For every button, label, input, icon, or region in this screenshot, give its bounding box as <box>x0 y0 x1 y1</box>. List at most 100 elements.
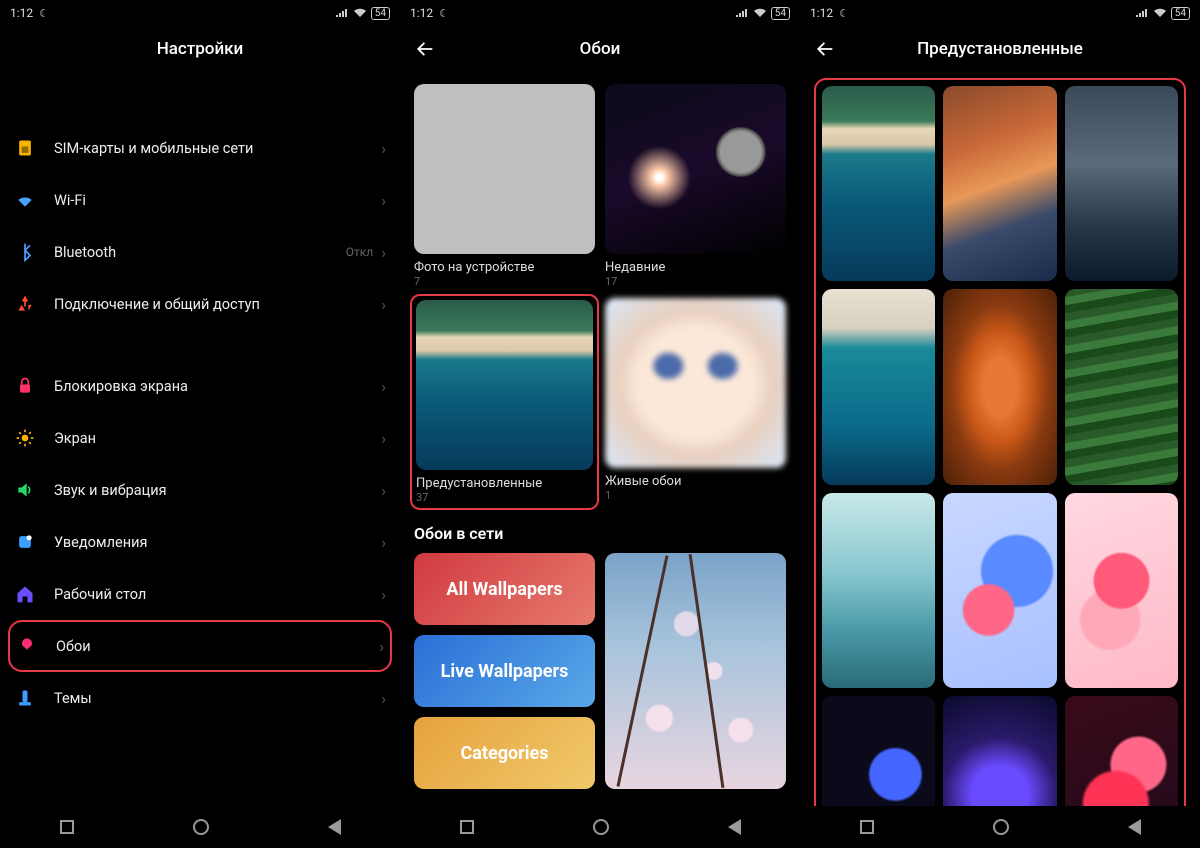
settings-label: Bluetooth <box>54 244 346 261</box>
settings-row-wallp[interactable]: Обои › <box>8 620 392 672</box>
nav-back[interactable] <box>728 819 741 835</box>
nav-recent[interactable] <box>860 820 874 834</box>
chevron-right-icon: › <box>379 637 384 656</box>
chevron-right-icon: › <box>381 429 386 448</box>
nav-bar <box>0 806 400 848</box>
signal-icon <box>735 8 749 18</box>
header: Предустановленные <box>800 26 1200 72</box>
chevron-right-icon: › <box>381 243 386 262</box>
card-label: Недавние <box>605 260 786 275</box>
header: Настройки <box>0 26 400 72</box>
wallpaper-thumb[interactable] <box>822 493 935 688</box>
wallpaper-source-card[interactable]: Живые обои 1 <box>605 298 786 506</box>
wallpaper-thumb[interactable] <box>943 86 1056 281</box>
chevron-right-icon: › <box>381 377 386 396</box>
nav-bar <box>400 806 800 848</box>
nav-recent[interactable] <box>460 820 474 834</box>
status-bar: 1:12 ☾ 54 <box>800 0 1200 26</box>
wallpaper-thumb[interactable] <box>1065 696 1178 806</box>
nav-back[interactable] <box>328 819 341 835</box>
page-title: Настройки <box>157 39 244 59</box>
status-time: 1:12 <box>10 6 33 20</box>
sound-icon <box>14 479 36 501</box>
header: Обои <box>400 26 800 72</box>
bt-icon <box>14 241 36 263</box>
status-time: 1:12 <box>810 6 833 20</box>
nav-bar <box>800 806 1200 848</box>
settings-row-lock[interactable]: Блокировка экрана › <box>14 360 386 412</box>
chevron-right-icon: › <box>381 585 386 604</box>
chevron-right-icon: › <box>381 139 386 158</box>
wallpaper-source-card[interactable]: Фото на устройстве 7 <box>414 84 595 288</box>
settings-label: Темы <box>54 690 381 707</box>
network-category[interactable]: Live Wallpapers <box>414 635 595 707</box>
network-category[interactable]: Categories <box>414 717 595 789</box>
settings-row-wifi[interactable]: Wi-Fi › <box>14 174 386 226</box>
dnd-icon: ☾ <box>39 7 49 20</box>
back-button[interactable] <box>414 38 438 62</box>
settings-label: SIM-карты и мобильные сети <box>54 140 381 157</box>
nav-home[interactable] <box>993 819 1009 835</box>
settings-row-share[interactable]: Подключение и общий доступ › <box>14 278 386 330</box>
thumbnail <box>605 298 786 468</box>
network-preview[interactable] <box>605 553 786 789</box>
status-bar: 1:12 ☾ 54 <box>400 0 800 26</box>
wallpaper-thumb[interactable] <box>1065 86 1178 281</box>
wallpaper-thumb[interactable] <box>943 696 1056 806</box>
settings-row-notif[interactable]: Уведомления › <box>14 516 386 568</box>
wifi-icon <box>14 189 36 211</box>
wallpaper-thumb[interactable] <box>943 493 1056 688</box>
wallpaper-source-grid: Фото на устройстве 7 Недавние 17 Предуст… <box>414 84 786 506</box>
wallp-icon <box>16 635 38 657</box>
network-category[interactable]: All Wallpapers <box>414 553 595 625</box>
wallpaper-thumb[interactable] <box>822 289 935 484</box>
dnd-icon: ☾ <box>439 7 449 20</box>
settings-row-sim[interactable]: SIM-карты и мобильные сети › <box>14 122 386 174</box>
preinstalled-grid <box>822 86 1178 806</box>
page-title: Предустановленные <box>917 39 1083 59</box>
chevron-right-icon: › <box>381 295 386 314</box>
settings-label: Блокировка экрана <box>54 378 381 395</box>
nav-home[interactable] <box>593 819 609 835</box>
notif-icon <box>14 531 36 553</box>
lock-icon <box>14 375 36 397</box>
settings-row-home[interactable]: Рабочий стол › <box>14 568 386 620</box>
signal-icon <box>1135 8 1149 18</box>
wifi-icon <box>353 8 367 18</box>
sun-icon <box>14 427 36 449</box>
back-button[interactable] <box>814 38 838 62</box>
wallpaper-thumb[interactable] <box>943 289 1056 484</box>
nav-home[interactable] <box>193 819 209 835</box>
nav-back[interactable] <box>1128 819 1141 835</box>
wallpaper-thumb[interactable] <box>1065 493 1178 688</box>
thumbnail <box>605 84 786 254</box>
home-icon <box>14 583 36 605</box>
settings-label: Звук и вибрация <box>54 482 381 499</box>
dnd-icon: ☾ <box>839 7 849 20</box>
wallpaper-thumb[interactable] <box>822 86 935 281</box>
screen-settings: 1:12 ☾ 54 Настройки SIM-карты и мобильны… <box>0 0 400 848</box>
thumbnail <box>416 300 593 470</box>
wallpaper-thumb[interactable] <box>1065 289 1178 484</box>
settings-label: Рабочий стол <box>54 586 381 603</box>
share-icon <box>14 293 36 315</box>
card-count: 37 <box>416 491 593 504</box>
wallpaper-source-card[interactable]: Предустановленные 37 <box>416 300 593 504</box>
battery-indicator: 54 <box>1171 7 1190 20</box>
page-title: Обои <box>580 39 621 59</box>
settings-row-sound[interactable]: Звук и вибрация › <box>14 464 386 516</box>
settings-row-theme[interactable]: Темы › <box>14 672 386 724</box>
chevron-right-icon: › <box>381 689 386 708</box>
settings-label: Подключение и общий доступ <box>54 296 381 313</box>
wallpaper-source-card[interactable]: Недавние 17 <box>605 84 786 288</box>
chevron-right-icon: › <box>381 481 386 500</box>
nav-recent[interactable] <box>60 820 74 834</box>
settings-extra: Откл <box>346 245 373 259</box>
wallpaper-thumb[interactable] <box>822 696 935 806</box>
theme-icon <box>14 687 36 709</box>
settings-row-sun[interactable]: Экран › <box>14 412 386 464</box>
settings-row-bt[interactable]: Bluetooth Откл › <box>14 226 386 278</box>
card-label: Предустановленные <box>416 476 593 491</box>
card-count: 17 <box>605 275 786 288</box>
status-bar: 1:12 ☾ 54 <box>0 0 400 26</box>
